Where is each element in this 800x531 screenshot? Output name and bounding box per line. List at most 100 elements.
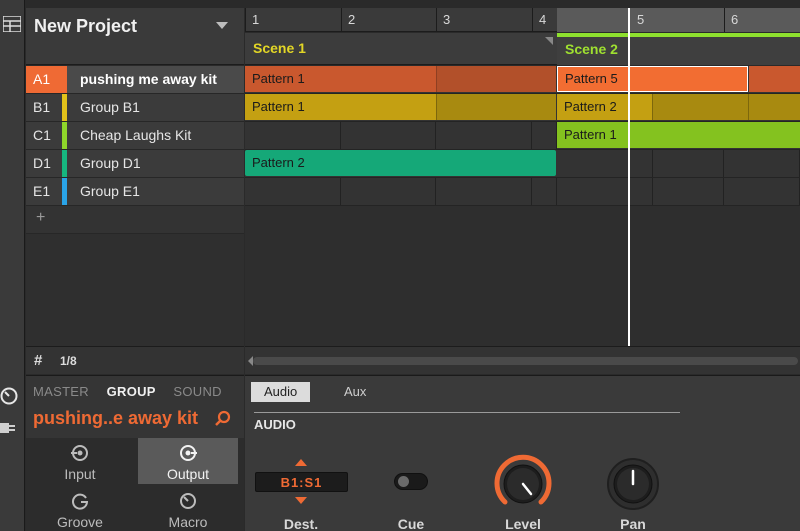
clip-d1-scene1[interactable]: Pattern 2	[245, 150, 556, 176]
group-name: Group E1	[80, 183, 140, 199]
tab-master[interactable]: MASTER	[33, 384, 89, 399]
clip-b1-scene2[interactable]: Pattern 2	[557, 94, 652, 120]
tab-aux[interactable]: Aux	[331, 382, 379, 402]
output-button[interactable]: Output	[138, 438, 238, 484]
arranger-tracks: Pattern 1 Pattern 5 Pattern 1 Pattern 2 …	[245, 66, 800, 346]
group-id: E1	[33, 183, 51, 199]
track-lane-d1: Pattern 2	[245, 150, 800, 178]
clip-b1-scene2-tail-1[interactable]	[652, 94, 748, 120]
project-menu-caret-icon[interactable]	[216, 22, 228, 29]
clip-a1-scene2[interactable]: Pattern 5	[557, 66, 748, 92]
group-row-a1[interactable]: A1 pushing me away kit	[26, 66, 244, 94]
macro-label: Macro	[168, 514, 208, 530]
arranger-empty-area	[245, 206, 800, 346]
playhead[interactable]	[628, 8, 630, 346]
group-page-count: 1/8	[60, 354, 77, 368]
group-color-swatch	[62, 94, 67, 121]
section-divider	[254, 412, 680, 413]
clip-a1-scene1-tail[interactable]	[436, 66, 556, 92]
clip-b1-scene1[interactable]: Pattern 1	[245, 94, 436, 120]
input-icon	[71, 445, 88, 461]
clip-a1-scene1[interactable]: Pattern 1	[245, 66, 436, 92]
current-group-name[interactable]: pushing..e away kit	[33, 408, 198, 429]
bar-number: 1	[252, 12, 260, 27]
clip-b1-scene1-tail[interactable]	[436, 94, 556, 120]
macro-icon	[180, 493, 196, 509]
bar-number: 5	[637, 12, 645, 27]
scene-row: Scene 1 Scene 2	[245, 33, 800, 65]
group-id: A1	[26, 66, 62, 93]
scene-1[interactable]: Scene 1	[245, 33, 556, 65]
empty-cell[interactable]	[724, 178, 800, 205]
empty-cell[interactable]	[245, 122, 341, 149]
empty-cell[interactable]	[653, 178, 724, 205]
dest-down-arrow-icon[interactable]	[295, 497, 307, 504]
section-title: AUDIO	[254, 417, 296, 432]
bar-number: 4	[539, 12, 547, 27]
clip-c1-scene2[interactable]: Pattern 1	[557, 122, 800, 148]
tab-group[interactable]: GROUP	[107, 384, 156, 399]
scrollbar-track[interactable]	[253, 357, 798, 365]
search-icon[interactable]	[214, 410, 232, 428]
add-group-icon[interactable]: +	[36, 209, 45, 227]
input-button[interactable]: Input	[30, 438, 130, 484]
group-id: C1	[33, 127, 51, 143]
group-color-swatch	[62, 150, 67, 177]
dest-selector[interactable]: B1:S1	[255, 472, 348, 492]
scene-resize-handle-icon[interactable]	[545, 37, 553, 45]
mixer-knob-icon[interactable]	[0, 387, 18, 405]
empty-cell[interactable]	[532, 122, 557, 149]
dest-up-arrow-icon[interactable]	[295, 459, 307, 466]
empty-cell[interactable]	[557, 178, 653, 205]
add-group-row[interactable]: +	[26, 206, 244, 234]
group-row-c1[interactable]: C1 Cheap Laughs Kit	[26, 122, 244, 150]
project-header: New Project	[26, 8, 244, 65]
pan-knob[interactable]	[601, 450, 665, 514]
loop-range[interactable]	[557, 8, 800, 32]
plugin-icon[interactable]	[0, 420, 18, 436]
tab-sound[interactable]: SOUND	[173, 384, 221, 399]
project-footer: # 1/8	[26, 346, 244, 374]
groove-button[interactable]: Groove	[30, 486, 130, 531]
group-color-swatch	[62, 66, 67, 93]
clip-a1-scene2-tail[interactable]	[749, 66, 800, 92]
output-icon	[180, 445, 197, 461]
cue-label: Cue	[397, 516, 425, 531]
bar-number: 6	[731, 12, 739, 27]
scene-2[interactable]: Scene 2	[557, 33, 800, 65]
clip-b1-scene2-tail-2[interactable]	[748, 94, 800, 120]
group-id: D1	[33, 155, 51, 171]
bar-number: 3	[443, 12, 451, 27]
empty-cell[interactable]	[341, 122, 436, 149]
empty-cell[interactable]	[436, 122, 532, 149]
track-lane-a1: Pattern 1 Pattern 5	[245, 66, 800, 94]
arranger-scrollbar[interactable]	[245, 346, 800, 374]
group-row-e1[interactable]: E1 Group E1	[26, 178, 244, 206]
group-list: A1 pushing me away kit B1 Group B1 C1 Ch…	[26, 66, 244, 346]
bar-number: 2	[348, 12, 356, 27]
empty-cell[interactable]	[436, 178, 532, 205]
empty-cell[interactable]	[532, 178, 557, 205]
tab-audio[interactable]: Audio	[251, 382, 311, 402]
bank-hash-icon[interactable]: #	[34, 352, 42, 369]
cue-toggle-thumb	[398, 476, 409, 487]
macro-button[interactable]: Macro	[138, 486, 238, 531]
arrange-view-icon[interactable]	[3, 16, 21, 32]
group-row-b1[interactable]: B1 Group B1	[26, 94, 244, 122]
group-color-swatch	[62, 178, 67, 205]
output-label: Output	[166, 466, 210, 482]
empty-cell[interactable]	[724, 150, 800, 177]
empty-cell[interactable]	[653, 150, 724, 177]
empty-cell[interactable]	[341, 178, 436, 205]
cue-toggle[interactable]	[394, 473, 428, 490]
groove-label: Groove	[57, 514, 103, 530]
timeline-ruler[interactable]: 1 2 3 4 5 6	[245, 8, 800, 32]
level-label: Level	[505, 516, 541, 531]
empty-cell[interactable]	[245, 178, 341, 205]
level-knob[interactable]	[491, 450, 555, 514]
empty-cell[interactable]	[557, 150, 653, 177]
group-row-d1[interactable]: D1 Group D1	[26, 150, 244, 178]
dest-label: Dest.	[283, 516, 319, 531]
channel-tabs: MASTER GROUP SOUND	[33, 384, 236, 399]
group-name: Group B1	[80, 99, 140, 115]
